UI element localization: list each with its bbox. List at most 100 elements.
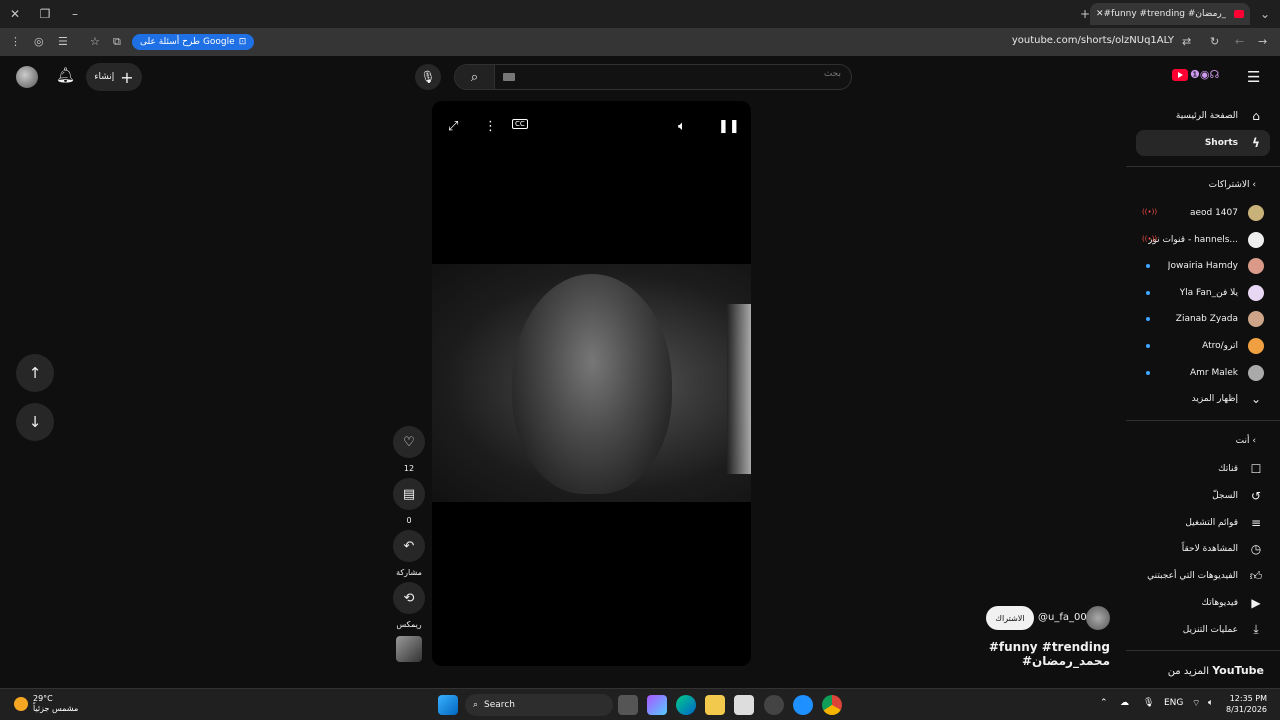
edge-icon[interactable]: [676, 695, 696, 715]
youtube-logo[interactable]: ❶◉☊: [1172, 68, 1219, 81]
sidebar-you-item[interactable]: عمليات التنزيل ⤓: [1136, 617, 1270, 643]
settings-gear-icon[interactable]: [764, 695, 784, 715]
store-icon[interactable]: [734, 695, 754, 715]
sidebar-subscription-item[interactable]: Zianab Zyada: [1136, 306, 1270, 332]
more-options-icon[interactable]: ⋮: [484, 119, 497, 134]
remix-action[interactable]: ⟲ ريمكس: [392, 582, 426, 629]
subscribe-button[interactable]: الاشتراك: [986, 606, 1034, 630]
shorts-video-player[interactable]: ⤢ ⋮ CC 🔈︎ ❚❚: [432, 101, 751, 666]
sidebar-item-label: قناتك: [1218, 464, 1238, 474]
sidebar-you-item[interactable]: فيديوهاتك ▶: [1136, 590, 1270, 616]
sidebar-you-item[interactable]: الفيديوهات التي أعجبتني 👍︎: [1136, 563, 1270, 589]
comment-action[interactable]: ▤ 0: [392, 478, 426, 525]
clock[interactable]: 12:35 PM 8/31/2026: [1226, 693, 1267, 715]
customize-icon[interactable]: ☰: [58, 35, 68, 48]
install-app-icon[interactable]: ⧉: [113, 35, 121, 49]
keyboard-icon[interactable]: [503, 73, 515, 81]
sidebar-item-label: الفيديوهات التي أعجبتني: [1147, 571, 1238, 582]
app-icon[interactable]: [793, 695, 813, 715]
sidebar-subscription-item[interactable]: Atro/أترو: [1136, 333, 1270, 359]
weather-sun-icon[interactable]: [14, 697, 28, 711]
share-icon[interactable]: ↶: [393, 530, 425, 562]
search-input[interactable]: [541, 69, 841, 79]
language-indicator[interactable]: ENG: [1164, 698, 1183, 708]
create-button[interactable]: إنشاء +: [86, 63, 142, 91]
like-heart-icon[interactable]: ♡: [393, 426, 425, 458]
tray-chevron-up-icon[interactable]: ⌃: [1100, 698, 1108, 708]
comment-count: 0: [406, 516, 412, 525]
menu-dots-icon[interactable]: ⋮: [10, 35, 21, 48]
account-icon[interactable]: ◎: [34, 35, 44, 48]
search-icon[interactable]: ⌕: [455, 65, 495, 89]
taskbar-search-label: Search: [484, 700, 515, 710]
like-action[interactable]: ♡ 12: [392, 426, 426, 473]
ask-google-label: طرح أسئلة على Google: [140, 37, 235, 47]
reload-icon[interactable]: ↻: [1210, 35, 1219, 48]
taskbar-search[interactable]: ⌕ Search: [465, 694, 613, 716]
next-short-button[interactable]: ↓: [16, 403, 54, 441]
previous-short-button[interactable]: ↑: [16, 354, 54, 392]
sidebar-subscription-item[interactable]: Amr Malek: [1136, 360, 1270, 386]
back-icon[interactable]: ←: [1235, 35, 1244, 48]
hamburger-menu-icon[interactable]: ☰: [1247, 68, 1260, 86]
sidebar-item-label: قوائم التشغيل: [1185, 517, 1238, 528]
sidebar-subscription-item[interactable]: Yla Fan_يلا فن: [1136, 280, 1270, 306]
minimize-window-icon[interactable]: –: [60, 0, 90, 28]
tab-close-icon[interactable]: ✕: [1096, 9, 1104, 19]
pause-icon[interactable]: ❚❚: [718, 119, 740, 134]
notifications-bell-icon[interactable]: 🔔︎: [56, 66, 75, 84]
forward-icon[interactable]: →: [1258, 35, 1267, 48]
chrome-icon[interactable]: [822, 695, 842, 715]
wifi-icon[interactable]: ⌔: [1192, 698, 1200, 709]
more-from-label: المزيد من: [1167, 666, 1209, 677]
you-header[interactable]: أنت ‹: [1136, 436, 1270, 446]
volume-tray-icon[interactable]: 🔈︎: [1208, 698, 1213, 708]
subscriptions-header[interactable]: الاشتراكات ‹: [1136, 180, 1270, 190]
microphone-tray-icon[interactable]: 🎙︎: [1143, 698, 1154, 708]
fullscreen-icon[interactable]: ⤢: [448, 119, 458, 134]
show-more-button[interactable]: إظهار المزيد ⌄: [1136, 386, 1270, 412]
share-action[interactable]: ↶ مشاركة: [392, 530, 426, 577]
weather-description: مشمس جزئياً: [33, 704, 79, 713]
sidebar-you-item[interactable]: قناتك ☐: [1136, 456, 1270, 482]
screen: ✕ ❐ – + ✕ #funny #trending #محمد_رمضان ⌄…: [0, 0, 1280, 720]
live-indicator-icon: ((•)): [1142, 208, 1158, 216]
sidebar-you-item[interactable]: السجلّ ↺: [1136, 483, 1270, 509]
file-explorer-icon[interactable]: [705, 695, 725, 715]
captions-icon[interactable]: CC: [512, 119, 528, 129]
browser-tab-bar: ✕ ❐ – + ✕ #funny #trending #محمد_رمضان ⌄: [0, 0, 1280, 28]
sidebar-you-item[interactable]: المشاهدة لاحقاً ◷: [1136, 536, 1270, 562]
voice-search-mic-icon[interactable]: 🎙︎: [415, 64, 441, 90]
account-avatar[interactable]: [16, 66, 38, 88]
ask-google-chip[interactable]: طرح أسئلة على Google ⊡: [132, 34, 255, 50]
subscription-name: Atro/أترو: [1202, 341, 1238, 351]
liked-icon: 👍︎: [1249, 568, 1263, 583]
comment-icon[interactable]: ▤: [393, 478, 425, 510]
sound-thumbnail[interactable]: [396, 636, 422, 662]
site-settings-icon[interactable]: ⇄: [1182, 35, 1191, 48]
network-tray-icon[interactable]: ☁: [1120, 698, 1129, 708]
sidebar-item-shorts[interactable]: Shorts ϟ: [1136, 130, 1270, 156]
volume-icon[interactable]: 🔈︎: [678, 119, 686, 134]
task-view-icon[interactable]: [618, 695, 638, 715]
url-text[interactable]: youtube.com/shorts/olzNUq1ALY: [1012, 35, 1174, 46]
channel-avatar[interactable]: [1086, 606, 1110, 630]
browser-tab[interactable]: ✕ #funny #trending #محمد_رمضان: [1090, 3, 1250, 25]
chevron-down-icon: ⌄: [1250, 392, 1262, 406]
tab-search-icon[interactable]: ⌄: [1250, 0, 1280, 28]
sidebar-item-home[interactable]: الصفحة الرئيسية ⌂: [1136, 103, 1270, 129]
channel-handle[interactable]: @u_fa_00: [1038, 612, 1087, 623]
close-window-icon[interactable]: ✕: [0, 0, 30, 28]
light-glare: [727, 304, 751, 474]
sidebar-you-item[interactable]: قوائم التشغيل ≡: [1136, 510, 1270, 536]
sidebar-subscription-item[interactable]: Jowairia Hamdy: [1136, 253, 1270, 279]
restore-window-icon[interactable]: ❐: [30, 0, 60, 28]
weather-widget[interactable]: 29°C مشمس جزئياً: [33, 694, 78, 714]
bookmark-star-icon[interactable]: ☆: [90, 35, 100, 48]
more-from-youtube-header: المزيد من YouTube: [1140, 664, 1264, 677]
remix-icon[interactable]: ⟲: [393, 582, 425, 614]
video-title[interactable]: #funny #trending #محمد_رمضان: [910, 640, 1110, 668]
subscription-name: Jowairia Hamdy: [1167, 261, 1238, 272]
start-windows-icon[interactable]: [438, 695, 458, 715]
copilot-icon[interactable]: [647, 695, 667, 715]
